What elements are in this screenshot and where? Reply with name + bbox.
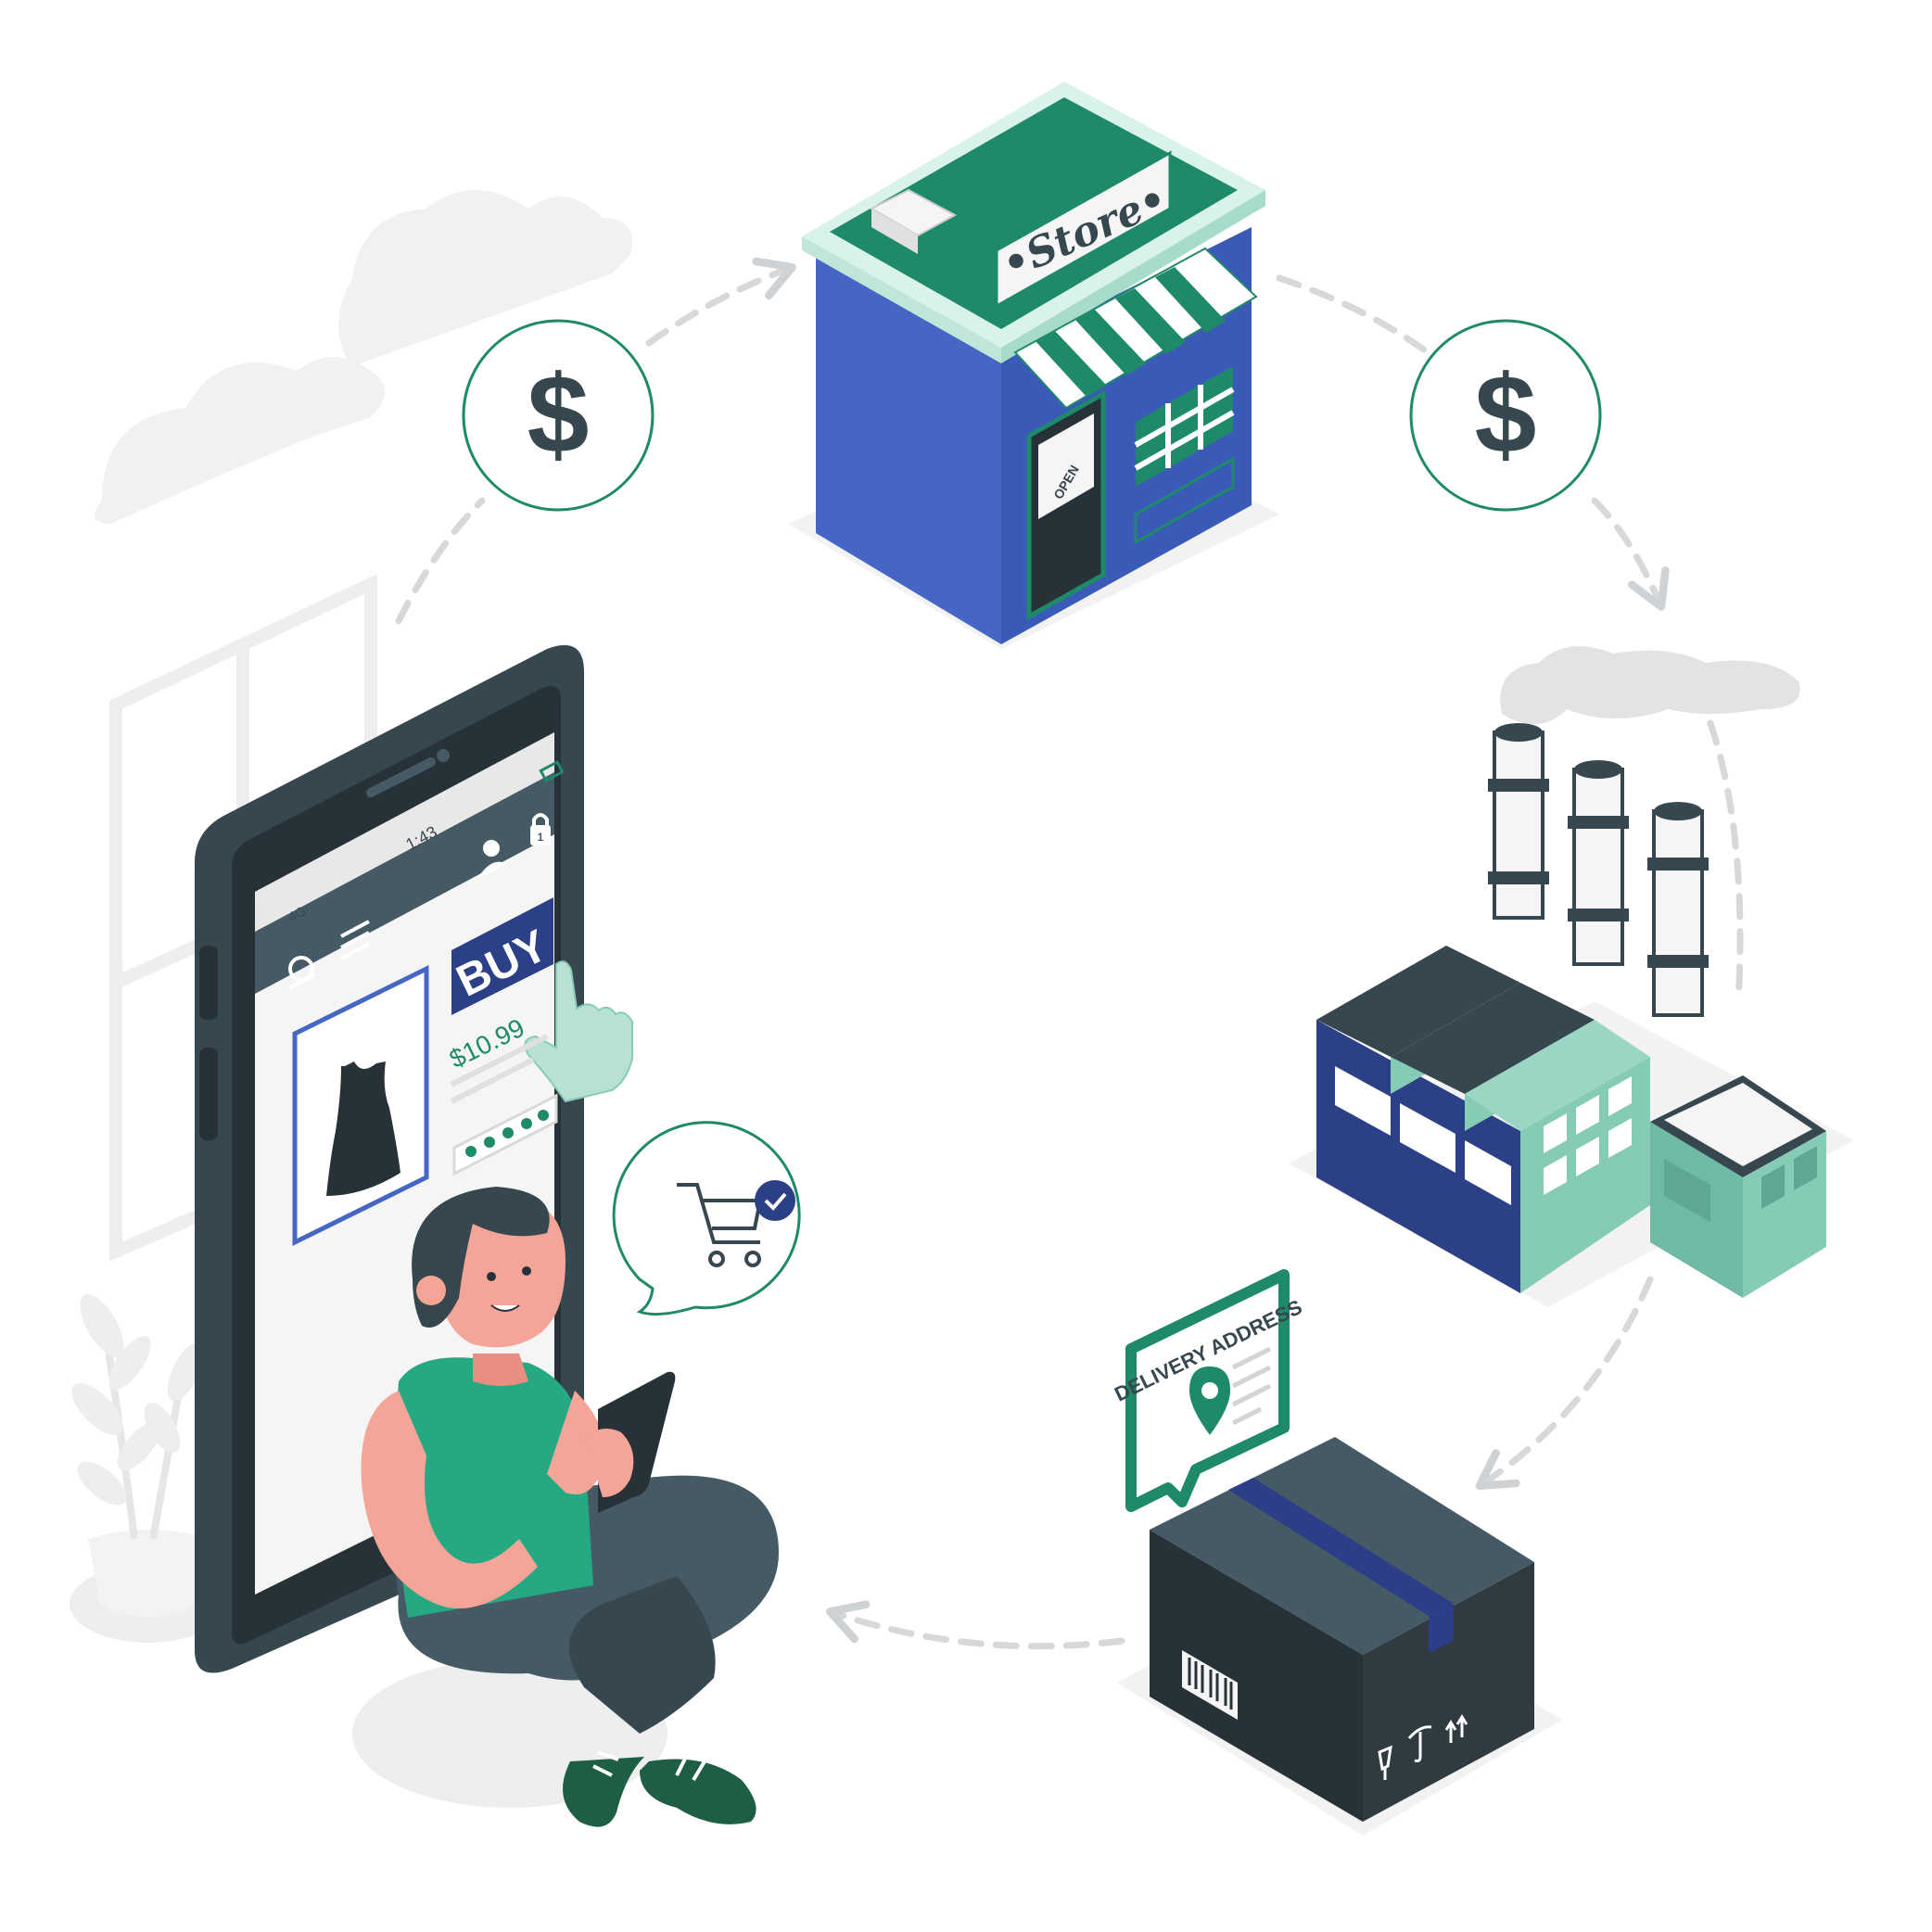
cart-speech-bubble xyxy=(612,1121,801,1316)
svg-text:1: 1 xyxy=(538,831,544,844)
dollar-icon: $ xyxy=(527,352,590,477)
factory xyxy=(1289,646,1854,1307)
phone-camera xyxy=(437,749,450,762)
payment-circle-right: $ xyxy=(1409,319,1602,512)
arrow-to-phone xyxy=(826,1600,1125,1650)
arrow-to-box xyxy=(1475,1276,1654,1491)
left-shoe xyxy=(563,1750,644,1827)
payment-circle-left: $ xyxy=(462,319,655,512)
store-building: •Store• OPEN xyxy=(788,82,1279,649)
arrow-to-factory xyxy=(1591,497,1670,611)
dollar-icon: $ xyxy=(1475,352,1537,477)
right-shoe xyxy=(640,1756,756,1824)
smoke-cloud xyxy=(1500,646,1800,725)
chimney-2 xyxy=(1568,760,1629,966)
arrow-store-to-payment xyxy=(1276,274,1431,356)
arrow-phone-to-payment xyxy=(395,497,486,625)
supply-chain-illustration: $ $ •Store• OPEN DELIVERY ADDRESS 4G 1:4… xyxy=(70,82,1854,1836)
chimney-1 xyxy=(1488,723,1549,920)
arrow-to-store xyxy=(645,257,796,347)
chimney-3 xyxy=(1647,802,1709,1017)
arrow-factory-smoke xyxy=(1707,719,1744,1005)
